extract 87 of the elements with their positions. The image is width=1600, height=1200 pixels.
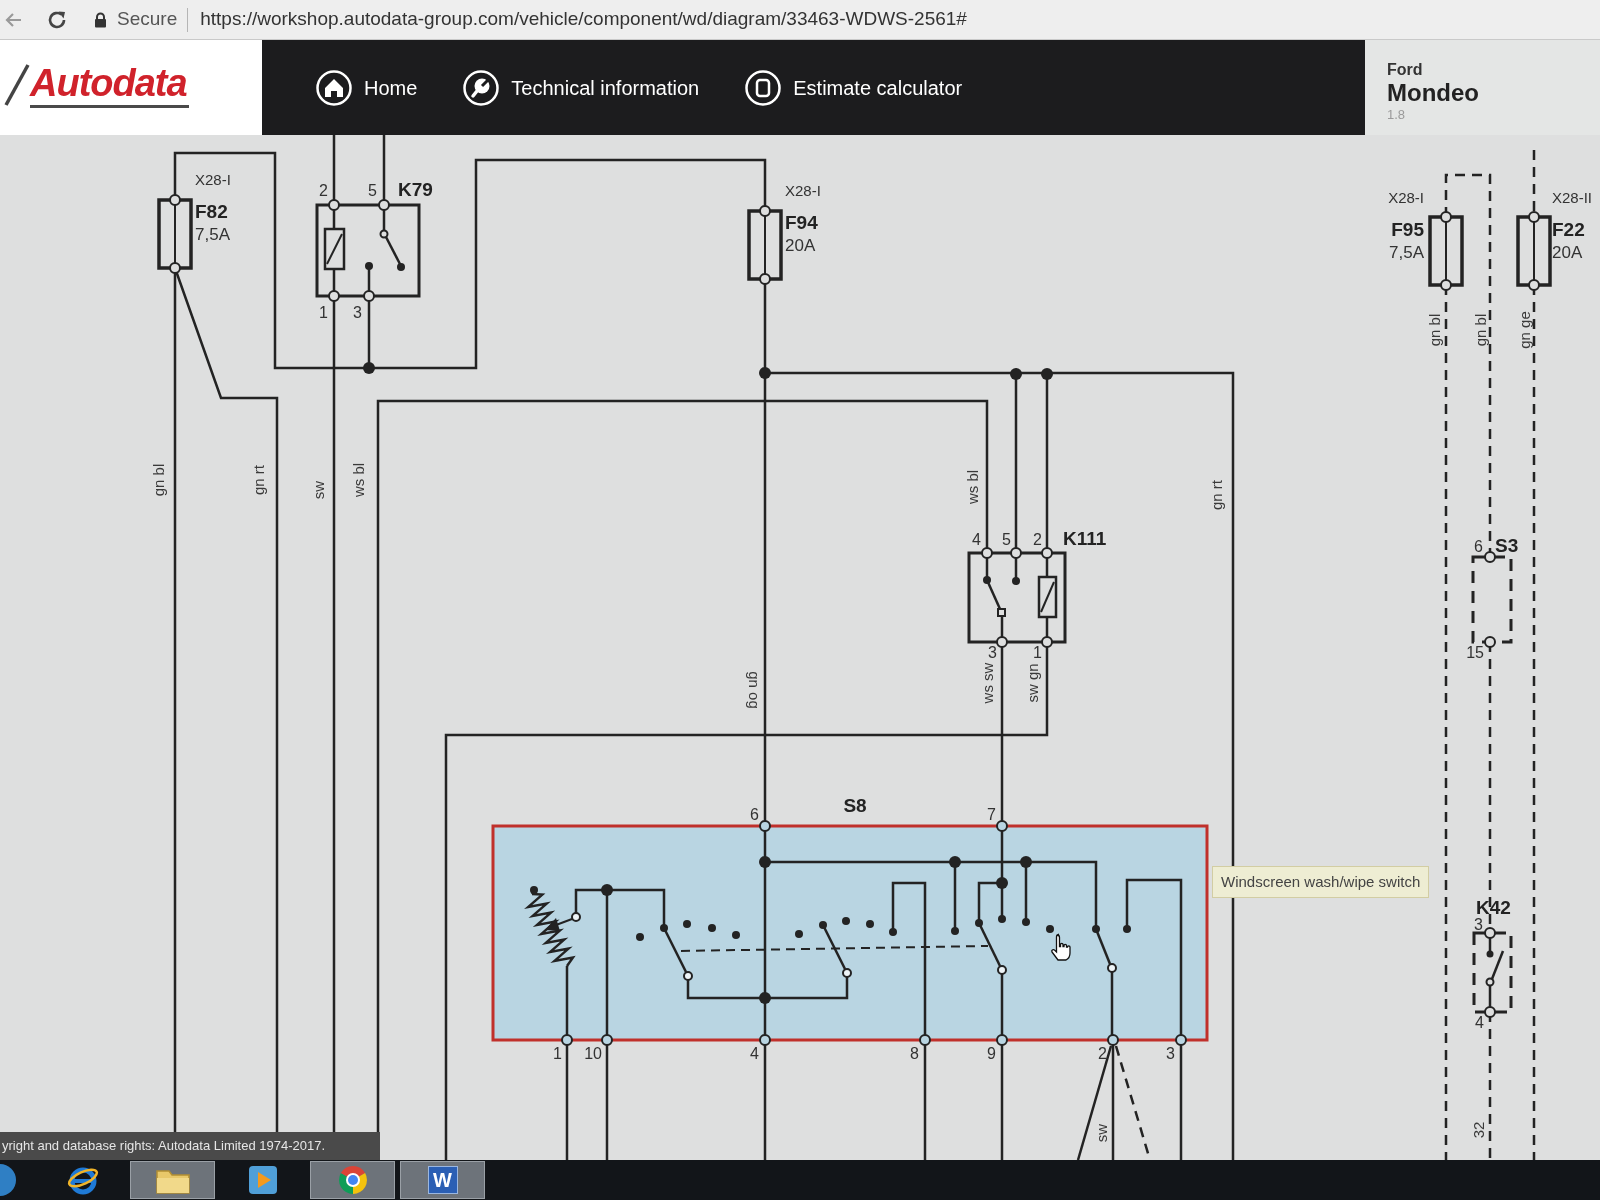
logo-slash-icon [4,63,30,106]
wire-color-label: gn bl [149,463,167,497]
pin-number: 7 [987,806,996,823]
vehicle-make: Ford [1387,60,1424,79]
security-label: Secure [117,7,178,32]
lock-icon [94,11,107,28]
tooltip: Windscreen wash/wipe switch [1212,866,1430,898]
wrench-icon [463,69,500,106]
wire-color-label: 32 [1469,1121,1487,1139]
pin-number: 8 [910,1045,919,1062]
pin-number: 6 [750,806,759,823]
connector-label: X28-II [1552,189,1593,206]
wire-color-label: gn rt [1207,480,1225,510]
fuse-name: F94 [785,212,818,233]
pin-number: 1 [1033,644,1042,661]
play-icon [247,1165,278,1195]
junction-dot [1010,368,1022,380]
junction-dot [759,367,771,379]
component-label: S8 [843,795,867,816]
pin-number: 5 [368,182,377,199]
taskbar-button[interactable]: W [400,1161,485,1199]
component-label: K79 [398,179,433,200]
pin-number: 1 [319,304,328,321]
pin-number: 9 [987,1045,996,1062]
pin-number: 2 [1033,531,1042,548]
fuse-symbol[interactable] [157,194,193,274]
fuse-rating: 20A [1552,243,1583,262]
pin-number: 1 [553,1045,562,1062]
wire-color-label: ws bl [963,469,981,505]
pin-number: 2 [1098,1045,1107,1062]
fuse-rating: 20A [785,236,816,255]
pin-number: 15 [1466,644,1484,661]
fuse-name: F95 [1391,219,1424,240]
junction-dot [1041,368,1053,380]
wire-color-label: gn ge [1515,311,1533,349]
fuse-symbol[interactable] [1428,211,1464,291]
wire-color-label: gn bl [1425,313,1443,347]
nav-link[interactable]: Home [316,69,418,106]
relay-symbol[interactable] [315,199,421,302]
pin-number: 3 [1166,1045,1175,1062]
wire-color-label: gn og [745,671,763,709]
connector-label: X28-I [1388,189,1424,206]
wire-color-label: gn rt [249,465,267,495]
fuse-rating: 7,5A [195,225,230,244]
nav-link[interactable]: Estimate calculator [745,69,963,106]
connector-label: X28-I [785,182,821,199]
component-label: K111 [1063,528,1107,549]
copyright-notice: yright and database rights: Autodata Limited 1974-2017. [0,1132,380,1160]
wire-color-label: gn bl [1471,313,1489,347]
start-orb-icon [0,1164,16,1196]
pin-number: 10 [584,1045,602,1062]
logo-panel[interactable]: Autodata [0,40,262,135]
pin-number: 6 [1474,538,1483,555]
relay-symbol[interactable] [967,547,1067,648]
wire-color-label: sw gn [1023,663,1041,703]
home-icon [316,69,352,106]
junction-dot [363,362,375,374]
engine-size: 1.8 [1387,107,1407,123]
ring-icon [336,1164,369,1196]
pin-number: 4 [1475,1014,1484,1031]
pin-number: 3 [353,304,362,321]
fuse-name: F82 [195,201,228,222]
fuse-symbol[interactable] [1516,211,1552,291]
module-symbol[interactable] [1471,551,1513,648]
fuse-symbol[interactable] [747,205,783,285]
vehicle-model: Mondeo [1387,79,1480,107]
component-label: K42 [1476,897,1511,918]
connector-label: X28-I [195,171,231,188]
pin-number: 4 [750,1045,759,1062]
globe-ring-icon [66,1165,99,1195]
component-label: S3 [1495,535,1519,556]
url-text[interactable]: https://workshop.autodata-group.com/vehicle/component/wd/diagram/33463-WDWS-2561# [200,5,967,34]
logo-text: Autodata [30,61,189,108]
wire-color-label: sw [1092,1123,1110,1143]
wire-color-label: ws sw [978,662,996,704]
hand-cursor-icon [1051,933,1071,961]
taskbar-button[interactable] [0,1161,16,1199]
nav-link[interactable]: Technical information [463,69,700,106]
pin-number: 3 [1474,916,1483,933]
wire-color-label: sw [309,480,327,500]
fuse-rating: 7,5A [1389,243,1424,262]
fuse-name: F22 [1552,219,1585,240]
pin-number: 3 [988,644,997,661]
pin-number: 5 [1002,531,1011,548]
pin-number: 2 [319,182,328,199]
pin-number: 4 [972,531,981,548]
wire-color-label: ws bl [349,462,367,498]
